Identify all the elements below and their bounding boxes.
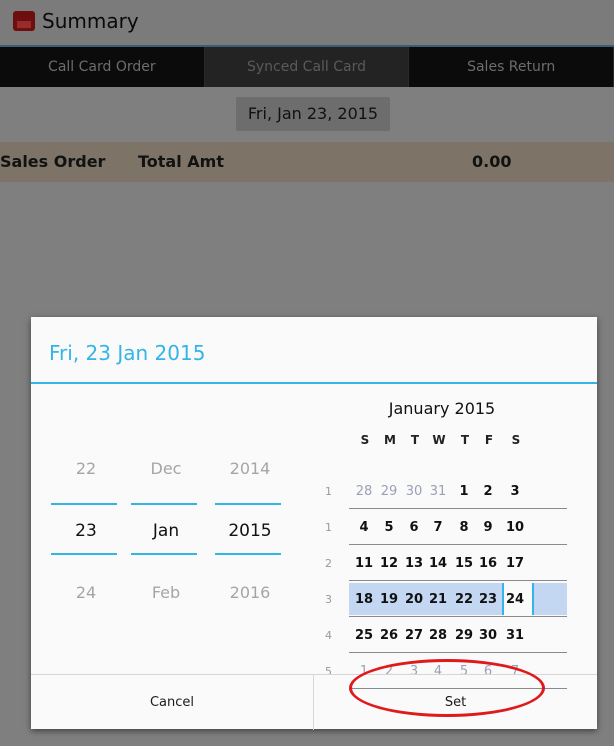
calendar-week-row: 1 4 5 6 7 8 9 10 (314, 509, 597, 545)
calendar-day[interactable]: 8 (452, 520, 476, 535)
calendar-day[interactable]: 5 (377, 520, 401, 535)
calendar-day[interactable]: 22 (452, 592, 476, 607)
calendar-day[interactable]: 14 (426, 556, 450, 571)
total-amount-value: 0.00 (472, 152, 512, 171)
calendar-day[interactable]: 19 (377, 592, 401, 607)
calendar-day[interactable]: 27 (402, 628, 426, 643)
day-current[interactable]: 23 (51, 521, 121, 541)
calendar-day[interactable]: 29 (377, 484, 401, 499)
calendar-day[interactable]: 29 (452, 628, 476, 643)
calendar-day[interactable]: 7 (426, 520, 450, 535)
tab-bar: Call Card Order Synced Call Card Sales R… (0, 47, 614, 87)
calendar-week-row: 1 28 29 30 31 1 2 3 (314, 473, 597, 509)
day-prev[interactable]: 22 (51, 459, 121, 478)
calendar-day[interactable]: 10 (503, 520, 527, 535)
tab-sales-return[interactable]: Sales Return (409, 47, 614, 87)
calendar-day[interactable]: 12 (377, 556, 401, 571)
calendar-day[interactable]: 30 (476, 628, 500, 643)
year-spinner-line-top (215, 503, 281, 505)
week-number: 4 (325, 629, 332, 642)
dialog-title-divider (31, 382, 597, 384)
dow-label: F (484, 433, 494, 447)
calendar-day[interactable]: 25 (352, 628, 376, 643)
calendar-day[interactable]: 31 (503, 628, 527, 643)
dow-label: T (460, 433, 470, 447)
calendar-day[interactable]: 3 (503, 484, 527, 499)
calendar-day[interactable]: 31 (426, 484, 450, 499)
dow-label: S (360, 433, 370, 447)
week-number: 2 (325, 557, 332, 570)
year-current[interactable]: 2015 (215, 521, 285, 541)
week-number: 3 (325, 593, 332, 606)
calendar-day[interactable]: 16 (476, 556, 500, 571)
total-amt-label: Total Amt (138, 152, 224, 171)
calendar-month-label: January 2015 (388, 399, 496, 418)
dow-label: S (511, 433, 521, 447)
day-next[interactable]: 24 (51, 583, 121, 602)
month-prev[interactable]: Dec (131, 459, 201, 478)
calendar-day[interactable]: 17 (503, 556, 527, 571)
cancel-button[interactable]: Cancel (31, 675, 313, 730)
calendar-day[interactable]: 30 (402, 484, 426, 499)
page-title: Summary (42, 9, 139, 33)
calendar-week-row: 2 11 12 13 14 15 16 17 (314, 545, 597, 581)
sales-order-label: Sales Order (0, 152, 106, 171)
set-button[interactable]: Set (314, 675, 597, 730)
month-next[interactable]: Feb (131, 583, 201, 602)
calendar-day[interactable]: 4 (352, 520, 376, 535)
calendar-day[interactable]: 11 (352, 556, 376, 571)
dialog-button-bar: Cancel Set (31, 674, 597, 730)
year-spinner-line-bottom (215, 553, 281, 555)
calendar-day[interactable]: 20 (402, 592, 426, 607)
calendar-day[interactable]: 1 (452, 484, 476, 499)
dow-label: M (384, 433, 396, 447)
week-number: 1 (325, 521, 332, 534)
calendar-day[interactable]: 21 (426, 592, 450, 607)
year-prev[interactable]: 2014 (215, 459, 285, 478)
calendar-day[interactable]: 15 (452, 556, 476, 571)
calendar-day[interactable]: 26 (377, 628, 401, 643)
calendar-week-row: 4 25 26 27 28 29 30 31 (314, 617, 597, 653)
tab-call-card-order[interactable]: Call Card Order (0, 47, 205, 87)
calendar-day[interactable]: 13 (402, 556, 426, 571)
calendar-day[interactable]: 2 (476, 484, 500, 499)
dow-label: T (410, 433, 420, 447)
month-current[interactable]: Jan (131, 521, 201, 541)
month-spinner-line-bottom (131, 553, 197, 555)
calendar-day[interactable]: 28 (352, 484, 376, 499)
calendar-day[interactable]: 18 (352, 592, 376, 607)
calendar-day[interactable]: 6 (402, 520, 426, 535)
app-icon (13, 11, 35, 31)
calendar-day[interactable]: 9 (476, 520, 500, 535)
calendar-day[interactable]: 28 (426, 628, 450, 643)
dow-label: W (432, 433, 446, 447)
action-bar: Summary (0, 0, 614, 45)
month-spinner-line-top (131, 503, 197, 505)
day-spinner-line-bottom (51, 553, 117, 555)
day-spinner-line-top (51, 503, 117, 505)
dialog-title: Fri, 23 Jan 2015 (49, 341, 206, 365)
year-next[interactable]: 2016 (215, 583, 285, 602)
week-number: 1 (325, 485, 332, 498)
calendar-day[interactable]: 23 (476, 592, 500, 607)
calendar-day[interactable]: 24 (503, 592, 527, 607)
date-button[interactable]: Fri, Jan 23, 2015 (236, 97, 390, 131)
calendar-week-row: 3 18 19 20 21 22 23 24 (314, 581, 597, 617)
date-picker-dialog: Fri, 23 Jan 2015 22 23 24 Dec Jan Feb 20… (31, 317, 597, 730)
tab-synced-call-card[interactable]: Synced Call Card (204, 47, 410, 87)
summary-header-row: Sales Order Total Amt 0.00 (0, 142, 614, 182)
